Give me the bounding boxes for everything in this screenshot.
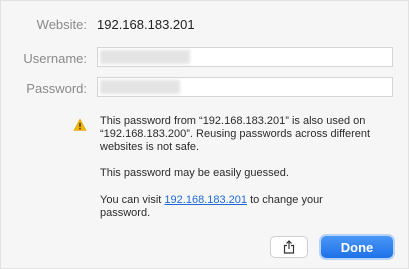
visit-message-line2: password.: [100, 207, 151, 219]
warning-icon: [73, 118, 87, 131]
website-link[interactable]: 192.168.183.201: [164, 194, 247, 206]
website-label: Website:: [36, 17, 87, 32]
weak-password-message: This password may be easily guessed.: [100, 167, 289, 179]
username-label: Username:: [23, 51, 87, 66]
visit-message: You can visit 192.168.183.201 to change …: [100, 194, 395, 207]
password-field[interactable]: [97, 77, 393, 97]
password-details-dialog: Website: 192.168.183.201 Username: Passw…: [0, 0, 409, 269]
share-icon: [283, 240, 295, 254]
password-redacted: [100, 80, 180, 94]
visit-prefix: You can visit: [100, 194, 165, 206]
visit-suffix: to change your: [247, 194, 323, 206]
username-redacted: [100, 50, 190, 64]
username-field[interactable]: [97, 47, 393, 67]
reuse-warning-line2: “192.168.183.200”. Reusing passwords acr…: [100, 128, 371, 140]
done-button[interactable]: Done: [321, 236, 393, 258]
reuse-warning-line3: websites is not safe.: [100, 141, 200, 153]
website-value: 192.168.183.201: [97, 17, 195, 32]
reuse-warning-line1: This password from “192.168.183.201” is …: [100, 115, 366, 127]
share-button[interactable]: [270, 236, 308, 258]
password-label: Password:: [26, 81, 87, 96]
